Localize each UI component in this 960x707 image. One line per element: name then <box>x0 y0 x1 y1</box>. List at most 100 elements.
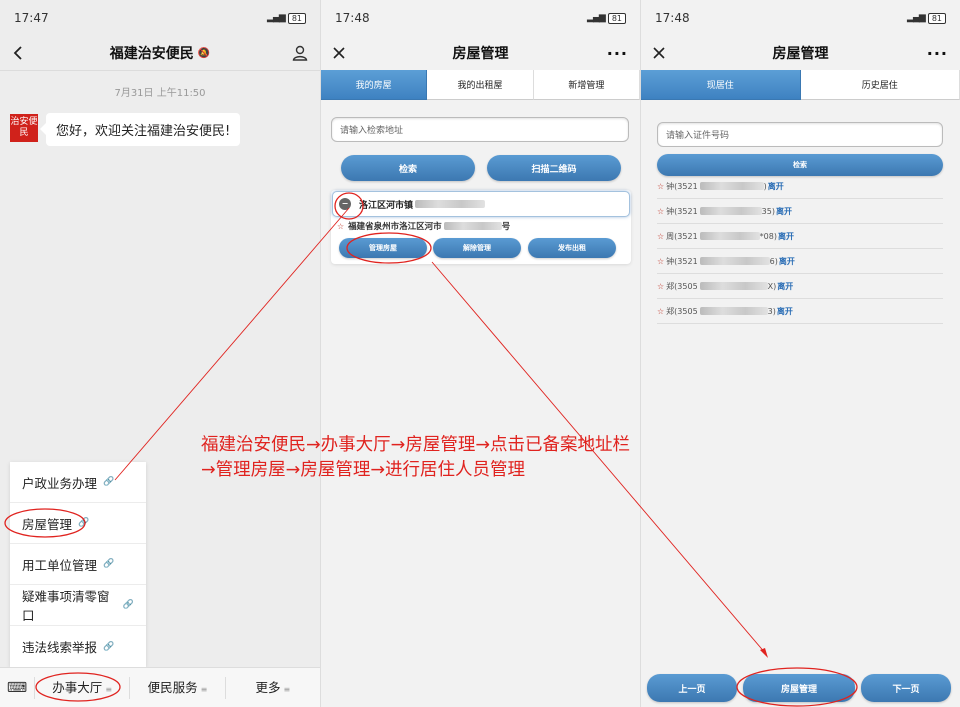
menu-indicator-icon: ≡ <box>105 684 113 694</box>
close-icon[interactable] <box>333 36 345 70</box>
previous-page-button[interactable]: 上一页 <box>647 674 737 702</box>
publish-rental-button[interactable]: 发布出租 <box>528 238 616 258</box>
menu-item-difficult-matters[interactable]: 疑难事项清零窗口 🔗 <box>10 585 146 626</box>
signal-icon: ▂▄▆ <box>267 13 286 23</box>
battery-icon: 81 <box>287 12 306 24</box>
leave-link[interactable]: 离开 <box>777 306 793 317</box>
status-time: 17:48 <box>655 11 690 25</box>
menu-item-employer[interactable]: 用工单位管理 🔗 <box>10 544 146 585</box>
menu-indicator-icon: ≡ <box>283 684 291 694</box>
status-time: 17:48 <box>335 11 370 25</box>
tab-new-management[interactable]: 新增管理 <box>533 70 640 100</box>
star-icon: ☆ <box>657 206 665 216</box>
tab-my-rental[interactable]: 我的出租屋 <box>427 70 534 100</box>
status-icons: ▂▄▆ 81 <box>907 12 946 24</box>
chat-title: 福建治安便民 <box>109 46 194 62</box>
more-options-icon[interactable]: ··· <box>927 36 948 70</box>
status-time: 17:47 <box>14 11 49 25</box>
manage-house-button[interactable]: 管理房屋 <box>339 238 427 258</box>
redacted-text <box>699 282 768 290</box>
signal-icon: ▂▄▆ <box>587 13 606 23</box>
search-button[interactable]: 检索 <box>657 154 943 176</box>
star-icon: ☆ <box>657 231 665 241</box>
resident-row: ☆ 钟 (3521 6) 离开 <box>657 249 943 274</box>
chat-timestamp: 7月31日 上午11:50 <box>114 88 206 99</box>
close-icon[interactable] <box>653 36 665 70</box>
id-number-input[interactable]: 请输入证件号码 <box>657 122 943 147</box>
link-icon: 🔗 <box>78 518 90 528</box>
menu-item-house-management[interactable]: 房屋管理 🔗 <box>10 503 146 544</box>
avatar[interactable]: 治安便民 <box>10 114 38 142</box>
leave-link[interactable]: 离开 <box>777 281 793 292</box>
registered-house-card: − 洛江区河市镇 ☆ 福建省泉州市洛江区河市 号 管理房屋 解除管理 发布出租 <box>331 190 631 264</box>
link-icon: 🔗 <box>103 477 115 487</box>
menu-convenience-services[interactable]: 便民服务 ≡ <box>129 676 224 699</box>
page-title-bar: 房屋管理 ··· <box>641 36 960 70</box>
status-bar: 17:48 ▂▄▆ 81 <box>641 0 960 36</box>
redacted-text <box>699 182 764 190</box>
resident-row: ☆ 钟 (3521 ) 离开 <box>657 174 943 199</box>
profile-icon[interactable] <box>292 36 308 70</box>
keyboard-icon[interactable]: ⌨ <box>0 680 34 696</box>
resident-row: ☆ 周 (3521 *08) 离开 <box>657 224 943 249</box>
official-account-menu-bar: ⌨ 办事大厅 ≡ 便民服务 ≡ 更多 ≡ <box>0 667 320 707</box>
page-title: 房屋管理 <box>772 46 829 62</box>
status-bar: 17:48 ▂▄▆ 81 <box>321 0 640 36</box>
link-icon: 🔗 <box>103 559 115 569</box>
leave-link[interactable]: 离开 <box>779 256 795 267</box>
redacted-text <box>415 200 486 208</box>
service-popup-menu: 户政业务办理 🔗 房屋管理 🔗 用工单位管理 🔗 疑难事项清零窗口 🔗 违法线索举报 🔗 <box>10 462 146 667</box>
resident-tabs: 现居住 历史居住 <box>641 70 960 100</box>
page-title: 房屋管理 <box>452 46 509 62</box>
redacted-text <box>699 257 770 265</box>
menu-indicator-icon: ≡ <box>200 684 208 694</box>
house-full-address: ☆ 福建省泉州市洛江区河市 号 <box>337 221 511 233</box>
address-search-input[interactable]: 请输入检索地址 <box>331 117 629 142</box>
battery-icon: 81 <box>607 12 626 24</box>
mute-icon: 🔕 <box>197 47 211 59</box>
tab-current-residents[interactable]: 现居住 <box>641 70 801 100</box>
leave-link[interactable]: 离开 <box>776 206 792 217</box>
menu-item-household[interactable]: 户政业务办理 🔗 <box>10 462 146 503</box>
menu-more[interactable]: 更多 ≡ <box>224 676 320 699</box>
status-icons: ▂▄▆ 81 <box>587 12 626 24</box>
house-tabs: 我的房屋 我的出租屋 新增管理 <box>321 70 640 100</box>
menu-item-report[interactable]: 违法线索举报 🔗 <box>10 626 146 667</box>
star-icon: ☆ <box>337 221 345 231</box>
wechat-chat-panel: 17:47 ▂▄▆ 81 福建治安便民 🔕 7月31日 上午11:50 治安便民… <box>0 0 320 707</box>
tab-my-house[interactable]: 我的房屋 <box>321 70 428 100</box>
scan-qr-button[interactable]: 扫描二维码 <box>487 155 621 181</box>
leave-link[interactable]: 离开 <box>768 181 784 192</box>
resident-row: ☆ 钟 (3521 35) 离开 <box>657 199 943 224</box>
redacted-text <box>699 307 768 315</box>
star-icon: ☆ <box>657 306 665 316</box>
star-icon: ☆ <box>657 281 665 291</box>
link-icon: 🔗 <box>103 641 115 652</box>
house-address-field[interactable]: − 洛江区河市镇 <box>332 191 630 217</box>
link-icon: 🔗 <box>122 600 134 610</box>
redacted-text <box>699 207 762 215</box>
signal-icon: ▂▄▆ <box>907 13 926 23</box>
page-title-bar: 房屋管理 ··· <box>321 36 640 70</box>
menu-office-hall[interactable]: 办事大厅 ≡ <box>34 676 129 699</box>
release-management-button[interactable]: 解除管理 <box>433 238 521 258</box>
title-divider <box>0 70 320 71</box>
resident-list: ☆ 钟 (3521 ) 离开 ☆ 钟 (3521 35) 离开 ☆ 周 (352… <box>657 174 943 324</box>
house-management-panel: 17:48 ▂▄▆ 81 房屋管理 ··· 我的房屋 我的出租屋 新增管理 请输… <box>320 0 640 707</box>
minus-circle-icon: − <box>339 198 351 210</box>
leave-link[interactable]: 离开 <box>778 231 794 242</box>
redacted-text <box>699 232 760 240</box>
next-page-button[interactable]: 下一页 <box>861 674 951 702</box>
star-icon: ☆ <box>657 181 665 191</box>
search-button[interactable]: 检索 <box>341 155 475 181</box>
chat-title-bar: 福建治安便民 🔕 <box>0 36 320 70</box>
redacted-text <box>443 222 502 230</box>
resident-row: ☆ 郑 (3505 X) 离开 <box>657 274 943 299</box>
tab-history-residents[interactable]: 历史居住 <box>800 70 960 100</box>
resident-management-panel: 17:48 ▂▄▆ 81 房屋管理 ··· 现居住 历史居住 请输入证件号码 检… <box>640 0 960 707</box>
back-icon[interactable] <box>12 36 24 70</box>
more-options-icon[interactable]: ··· <box>607 36 628 70</box>
star-icon: ☆ <box>657 256 665 266</box>
house-management-button[interactable]: 房屋管理 <box>743 674 855 702</box>
status-icons: ▂▄▆ 81 <box>267 12 306 24</box>
